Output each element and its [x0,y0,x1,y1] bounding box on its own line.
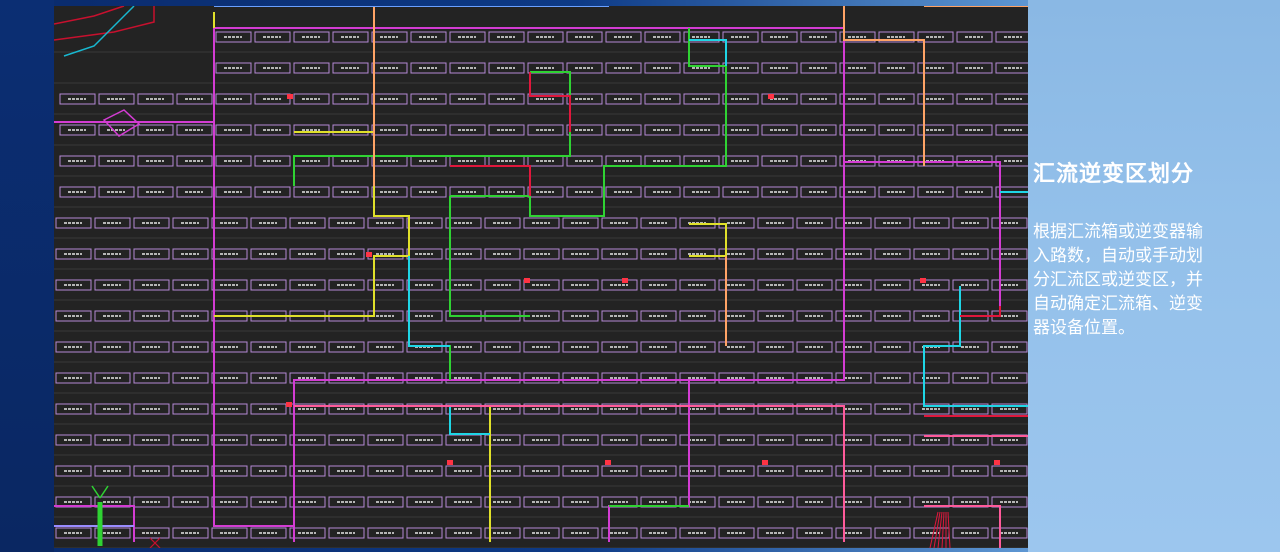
zone-boundary-line [449,406,490,435]
axis-marker [99,485,109,499]
zone-boundary-line [294,405,845,542]
zone-boundary-line [689,223,727,257]
combiner-box-marker [286,402,292,407]
panel-title: 汇流逆变区划分 [1033,162,1195,187]
zone-boundary-line [409,345,451,380]
zone-boundaries [54,6,1028,548]
combiner-box-marker [447,460,453,465]
zone-boundary-line [54,505,135,542]
slide: 汇流逆变区划分 根据汇流箱或逆变器输入路数，自动或手动划分汇流区或逆变区，并自动… [0,0,1280,552]
combiner-box-marker [605,460,611,465]
zone-boundary-line [213,27,845,527]
panel-description: 根据汇流箱或逆变器输入路数，自动或手动划分汇流区或逆变区，并自动确定汇流箱、逆变… [1033,222,1203,338]
pv-panel-rows [54,31,1028,548]
zone-boundary-line [450,405,491,542]
combiner-box-marker [994,460,1000,465]
zone-boundary-line [54,6,125,25]
zone-boundary-line [450,28,727,217]
zone-boundary-line [529,72,571,132]
zone-boundary-line [689,39,727,66]
combiner-box-marker [920,278,926,283]
zone-boundary-line [214,131,410,317]
combiner-box-marker [768,94,774,99]
combiner-box-marker [524,278,530,283]
left-edge-band [0,0,54,552]
axis-marker [91,485,101,499]
cad-layout-drawing [54,6,1028,548]
combiner-box-marker [762,460,768,465]
zone-boundary-line [293,71,571,186]
zone-boundary-line [923,286,1028,407]
combiner-box-marker [366,252,372,257]
combiner-box-marker [622,278,628,283]
zone-boundary-line [54,6,155,41]
combiner-box-marker [287,94,293,99]
zone-boundary-line [449,196,530,317]
zone-boundary-line [63,6,135,57]
zone-boundary-line [843,6,925,166]
cad-drawing-viewport[interactable] [54,6,1028,548]
